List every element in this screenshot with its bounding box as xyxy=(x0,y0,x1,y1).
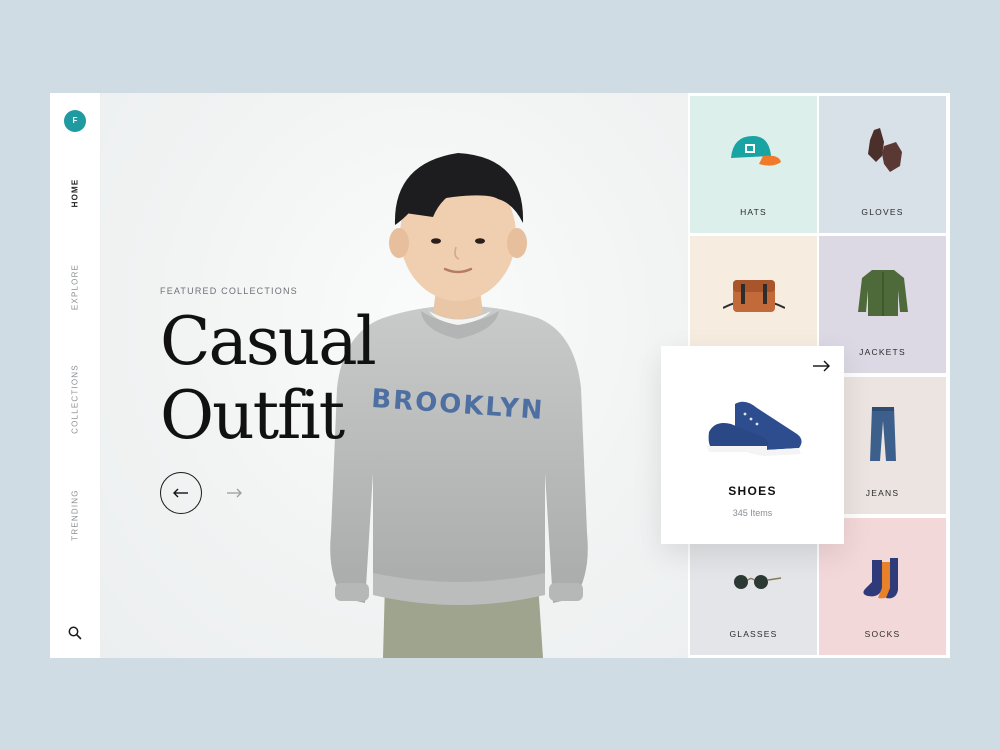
prev-button[interactable] xyxy=(160,472,202,514)
category-gloves-label: GLOVES xyxy=(861,207,904,217)
headline-line-1: Casual xyxy=(160,303,377,380)
next-button[interactable] xyxy=(225,487,243,499)
nav-collections-label[interactable]: COLLECTIONS xyxy=(71,364,80,434)
sneaker-icon xyxy=(707,401,802,456)
arrow-right-icon[interactable] xyxy=(812,360,830,372)
cap-icon xyxy=(731,136,781,166)
socks-icon xyxy=(863,558,898,599)
hero: FEATURED COLLECTIONS Casual Outfit BROOK… xyxy=(101,93,688,658)
featured-card-shoes[interactable]: SHOES 345 Items xyxy=(661,346,844,544)
category-gloves[interactable]: GLOVES xyxy=(819,96,946,233)
sidebar: F HOME EXPLORE COLLECTIONS TRENDING xyxy=(50,93,101,658)
nav-home-label[interactable]: HOME xyxy=(71,179,80,208)
category-glasses-label: GLASSES xyxy=(729,629,778,639)
featured-title: SHOES xyxy=(728,484,777,498)
nav-explore-label[interactable]: EXPLORE xyxy=(71,264,80,310)
arrow-left-icon xyxy=(173,488,188,498)
featured-item-count: 345 Items xyxy=(732,508,773,518)
sunglasses-icon xyxy=(734,575,782,589)
search-icon[interactable] xyxy=(67,625,83,641)
jacket-icon xyxy=(858,270,908,316)
featured-eyebrow: FEATURED COLLECTIONS xyxy=(160,286,298,296)
logo[interactable]: F xyxy=(64,110,86,132)
category-hats[interactable]: HATS xyxy=(690,96,817,233)
gloves-icon xyxy=(868,128,902,172)
arrow-right-icon xyxy=(227,488,242,498)
headline-line-2: Outfit xyxy=(160,377,345,454)
jeans-icon xyxy=(870,407,896,461)
hero-headline: Casual Outfit xyxy=(160,303,377,454)
nav-trending-label[interactable]: TRENDING xyxy=(71,489,80,540)
app-frame: F HOME EXPLORE COLLECTIONS TRENDING FEAT… xyxy=(50,93,950,658)
category-socks-label: SOCKS xyxy=(864,629,901,639)
category-hats-label: HATS xyxy=(740,207,767,217)
bag-icon xyxy=(723,280,785,312)
